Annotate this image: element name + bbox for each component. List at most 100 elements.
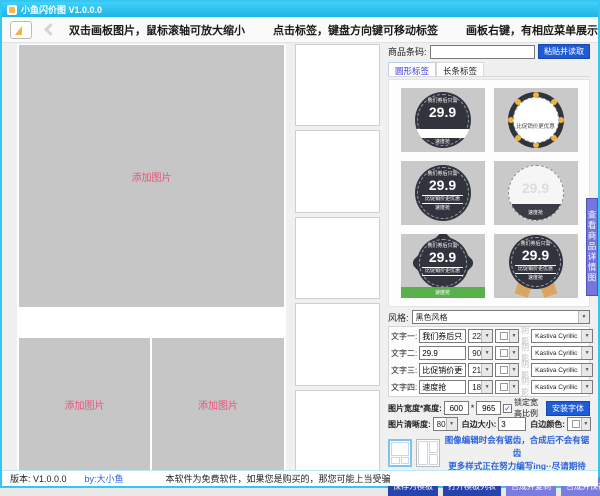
white-margin-input[interactable]: [498, 417, 526, 431]
add-image-placeholder: 添加图片: [132, 169, 172, 184]
lock-aspect-label: 锁定宽高比例: [514, 397, 544, 419]
chevron-down-icon: ▼: [509, 347, 518, 359]
chevron-down-icon: ▼: [509, 364, 518, 376]
text1-color-select[interactable]: ▼: [495, 329, 519, 343]
color-swatch: [500, 383, 508, 391]
badge-scallop-white: 比促销价更优惠: [508, 92, 564, 148]
tab-strip-label[interactable]: 长条标签: [436, 62, 484, 76]
shadow-label: 阴影: [521, 376, 529, 398]
text3-color-select[interactable]: ▼: [495, 363, 519, 377]
add-image-placeholder: 添加图片: [65, 397, 105, 412]
install-font-button[interactable]: 安装字体: [546, 401, 590, 416]
author-link[interactable]: by:大小鱼: [85, 472, 124, 485]
color-swatch: [572, 420, 580, 428]
text4-color-select[interactable]: ▼: [495, 380, 519, 394]
layout-template-2[interactable]: [416, 439, 440, 467]
chevron-down-icon: ▼: [581, 364, 592, 376]
badge-style-3[interactable]: 我们券后只需 29.9 比促销价更优惠 速度抢: [401, 161, 485, 225]
status-bar: 版本: V1.0.0.0 by:大小鱼 本软件为免费软件，如果您是购买的，那您可…: [2, 470, 598, 486]
text2-font-select[interactable]: Kastiva Cyrillic▼: [531, 346, 593, 360]
badge-style-1[interactable]: 我们券后只需 29.9 速度抢: [401, 88, 485, 152]
paste-read-button[interactable]: 粘贴并读取: [538, 44, 590, 59]
badge-style-6[interactable]: 我们券后只需 29.9 比促销价更优惠 速度抢: [494, 234, 578, 298]
text3-input[interactable]: [419, 363, 466, 377]
chevron-down-icon: ▼: [509, 381, 518, 393]
preview-thumbnail[interactable]: [295, 217, 380, 299]
layout-template-1-selected[interactable]: [388, 439, 412, 467]
tab-round-label[interactable]: 圆形标签: [388, 62, 436, 76]
label-type-tabs: 圆形标签 长条标签: [388, 62, 590, 77]
text2-label: 文字二:: [391, 348, 417, 359]
app-window: 小鱼闪价图 V1.0.0.0 双击画板图片，鼠标滚轴可放大缩小 点击标签，键盘方…: [0, 0, 600, 488]
hint-context-menu: 画板右键，有相应菜单展示: [466, 22, 598, 38]
hint-move-label: 点击标签，键盘方向键可移动标签: [273, 22, 438, 38]
text2-size-select[interactable]: 90▼: [468, 346, 493, 360]
text2-input[interactable]: [419, 346, 466, 360]
chevron-left-icon[interactable]: [44, 23, 57, 36]
preview-thumbnail[interactable]: [295, 303, 380, 385]
text4-label: 文字四:: [391, 382, 417, 393]
image-size-label: 图片宽度*高度:: [388, 403, 442, 414]
text1-input[interactable]: [419, 329, 466, 343]
text2-color-select[interactable]: ▼: [495, 346, 519, 360]
chevron-down-icon: ▼: [481, 364, 492, 376]
text1-label: 文字一:: [391, 331, 417, 342]
style-label: 风格:: [388, 311, 409, 324]
chevron-down-icon: ▼: [481, 330, 492, 342]
canvas-panel: 添加图片 添加图片 添加图片: [17, 44, 286, 472]
badge-style-4[interactable]: 29.9 速度抢: [494, 161, 578, 225]
chevron-down-icon: ▼: [509, 330, 518, 342]
lock-aspect-checkbox[interactable]: ✓: [503, 404, 512, 413]
text3-label: 文字三:: [391, 365, 417, 376]
text1-size-select[interactable]: 22▼: [468, 329, 493, 343]
badge-style-2[interactable]: 比促销价更优惠: [494, 88, 578, 152]
view-product-detail-tab[interactable]: 查看商品详情图: [586, 198, 598, 296]
text-settings-group: 文字一: 22▼ ▼ 阴影 Kastiva Cyrillic▼ 文字二: 90▼…: [388, 326, 590, 397]
version-text: 版本: V1.0.0.0: [10, 472, 67, 485]
chevron-down-icon: ▼: [446, 418, 457, 430]
free-software-notice: 本软件为免费软件，如果您是购买的，那您可能上当受骗: [166, 472, 391, 485]
image-quality-label: 图片清晰度:: [388, 419, 431, 430]
white-band: [415, 129, 471, 138]
margin-color-select[interactable]: ▼: [567, 417, 591, 431]
badge-style-gallery: 我们券后只需 29.9 速度抢 比促销价更优惠 我们券后只需 29.9 比促销价…: [388, 79, 590, 307]
preview-thumbnail[interactable]: [295, 130, 380, 212]
badge-light-circle: 29.9 速度抢: [508, 165, 564, 221]
badge-medal-ribbons: 我们券后只需 29.9 比促销价更优惠 速度抢: [501, 235, 571, 297]
text4-input[interactable]: [419, 380, 466, 394]
chevron-down-icon: ▼: [581, 381, 592, 393]
image-height-input[interactable]: [476, 401, 501, 415]
margin-color-label: 白边颜色:: [530, 419, 565, 430]
text4-font-select[interactable]: Kastiva Cyrillic▼: [531, 380, 593, 394]
style-select[interactable]: 黑色风格 ▼: [412, 310, 590, 324]
window-title: 小鱼闪价图 V1.0.0.0: [21, 3, 102, 16]
barcode-label: 商品条码:: [388, 45, 427, 58]
text3-font-select[interactable]: Kastiva Cyrillic▼: [531, 363, 593, 377]
chevron-down-icon: ▼: [578, 311, 589, 323]
image-width-input[interactable]: [444, 401, 469, 415]
settings-panel: 商品条码: 粘贴并读取 圆形标签 长条标签 我们券后只需 29.9 速度抢: [388, 44, 590, 472]
chevron-down-icon: ▼: [481, 381, 492, 393]
badge-style-5[interactable]: 我们券后只需 29.9 比促销价更优惠 速度抢: [401, 234, 485, 298]
text3-size-select[interactable]: 21▼: [468, 363, 493, 377]
badge-dark-circle-full: 我们券后只需 29.9 比促销价更优惠 速度抢: [415, 165, 471, 221]
toolbar: 双击画板图片，鼠标滚轴可放大缩小 点击标签，键盘方向键可移动标签 画板右键，有相…: [2, 17, 598, 43]
title-bar: 小鱼闪价图 V1.0.0.0: [2, 2, 598, 17]
info-notes: 图像编辑时会有锯齿，合成后不会有锯齿 更多样式正在努力编写ing··尽请期待: [444, 434, 590, 472]
canvas-bottom-right-image-slot[interactable]: 添加图片: [152, 338, 284, 470]
text4-size-select[interactable]: 18▼: [468, 380, 493, 394]
image-quality-select[interactable]: 80 ▼: [433, 417, 458, 431]
preview-thumbnail[interactable]: [295, 44, 380, 126]
barcode-input[interactable]: [430, 45, 535, 59]
preview-thumbnail-column: [295, 44, 380, 472]
preview-thumbnail[interactable]: [295, 390, 380, 472]
hint-zoom: 双击画板图片，鼠标滚轴可放大缩小: [69, 22, 245, 38]
text1-font-select[interactable]: Kastiva Cyrillic▼: [531, 329, 593, 343]
add-image-placeholder: 添加图片: [198, 397, 238, 412]
chevron-down-icon: ▼: [481, 347, 492, 359]
green-ribbon: 速度抢: [401, 287, 485, 298]
canvas-main-image-slot[interactable]: 添加图片: [19, 45, 284, 307]
times-separator: *: [471, 403, 475, 413]
color-swatch: [500, 332, 508, 340]
canvas-bottom-left-image-slot[interactable]: 添加图片: [19, 338, 150, 470]
